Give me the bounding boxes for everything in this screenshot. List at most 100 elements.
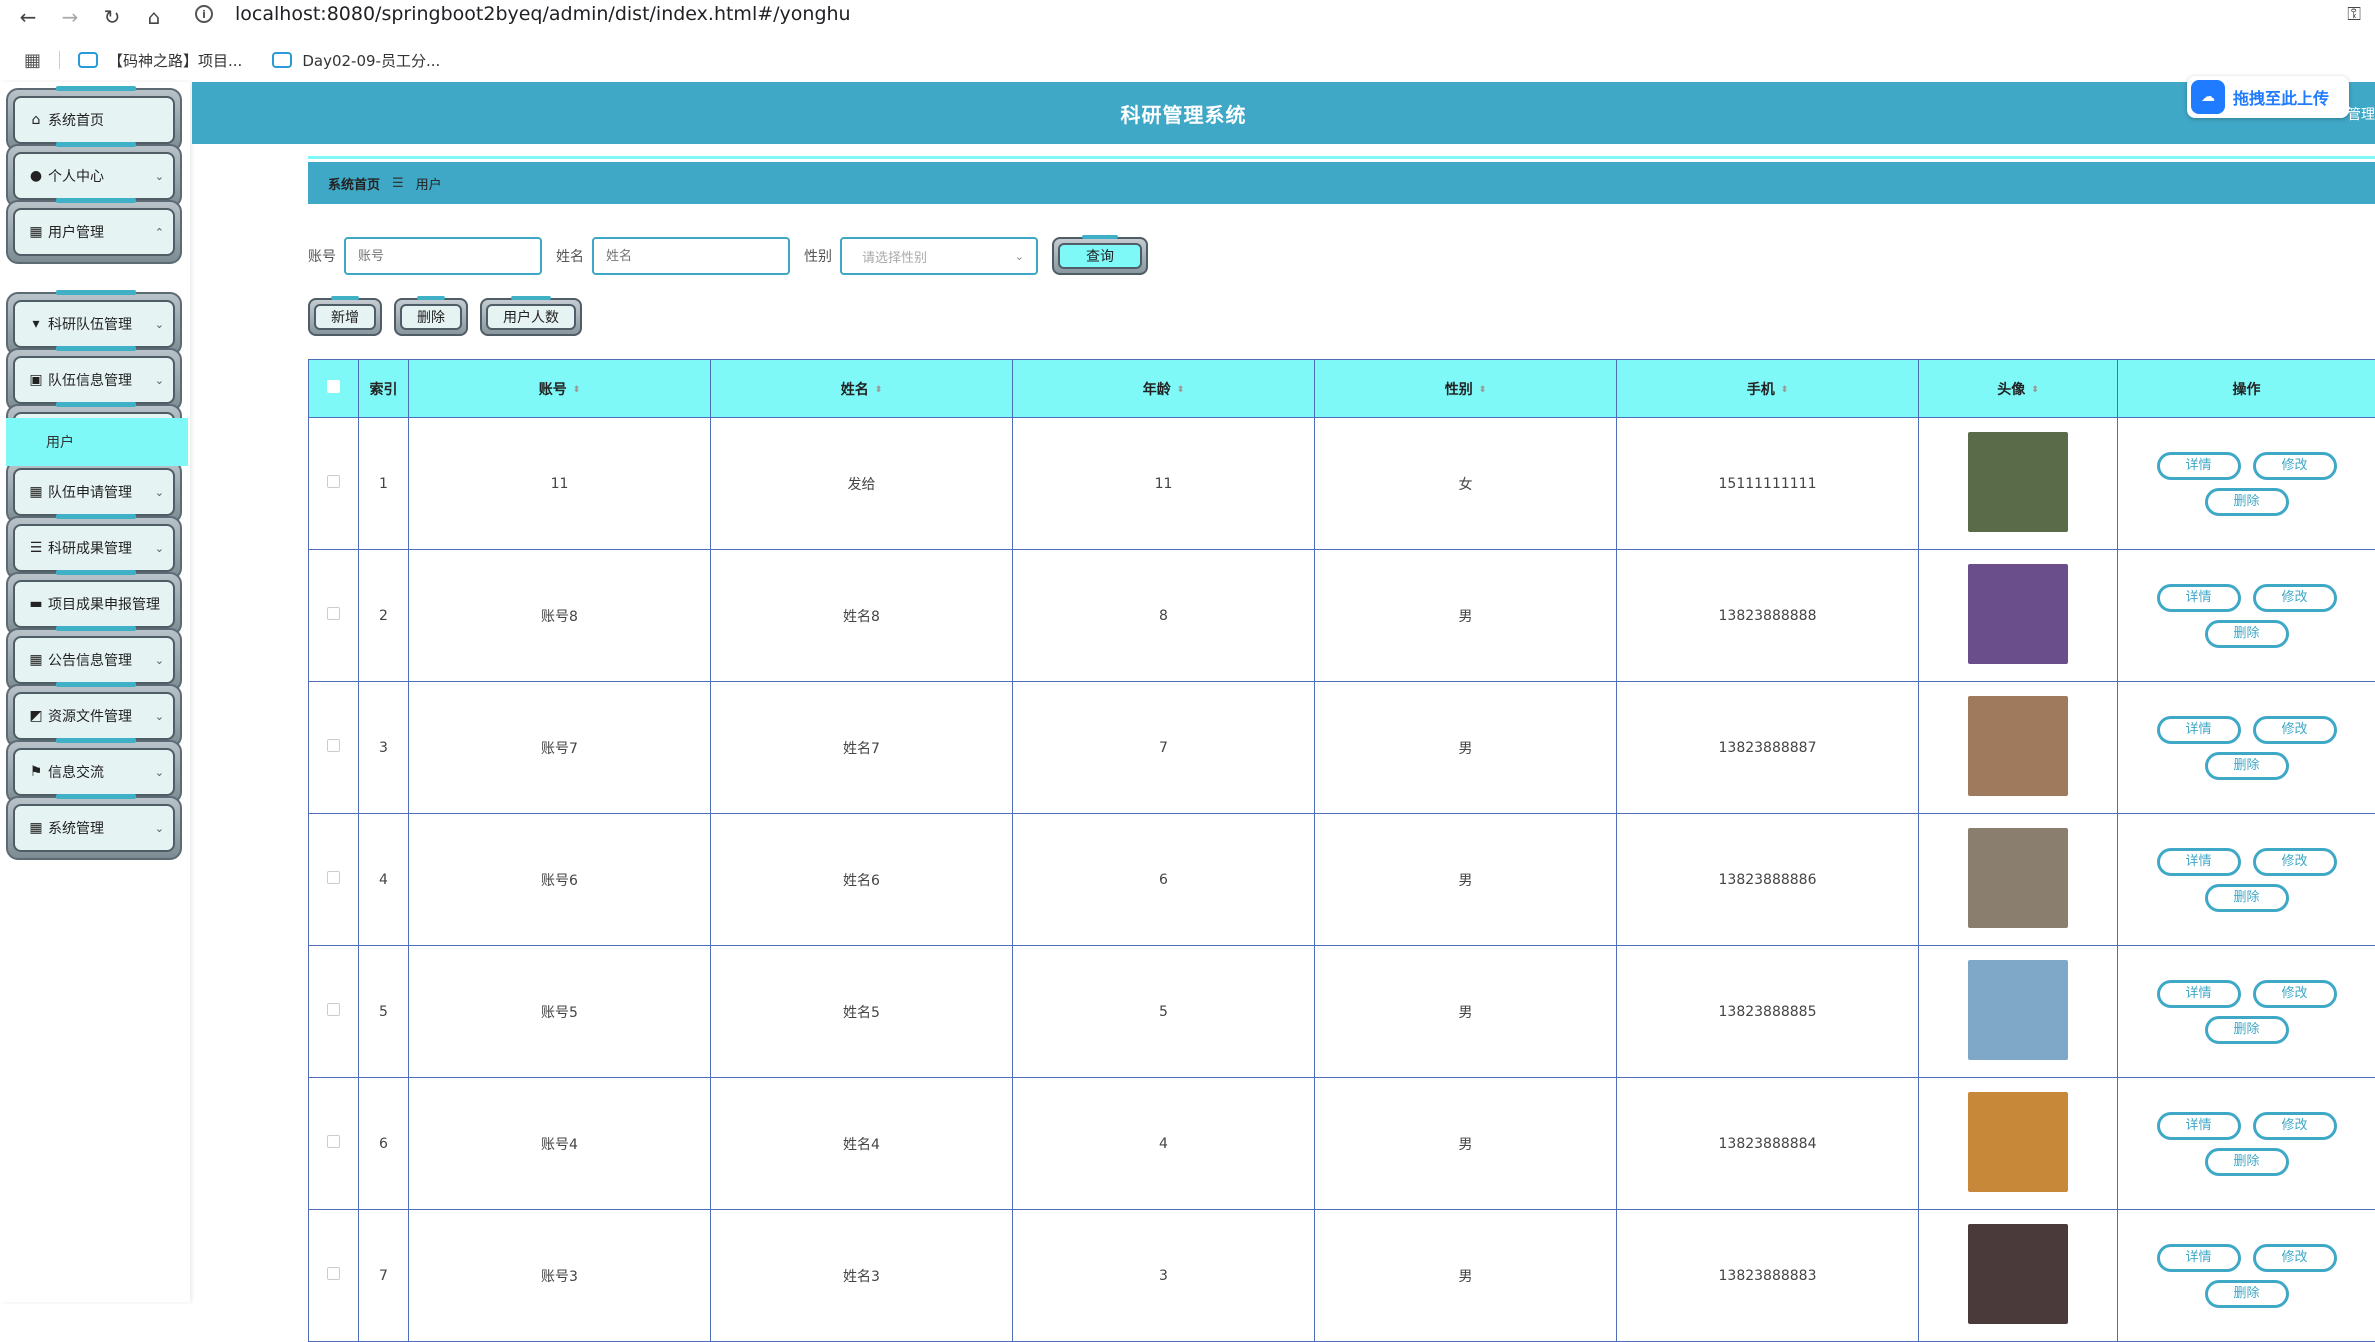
row-select-cell[interactable] (309, 1078, 359, 1210)
edit-button[interactable]: 修改 (2253, 716, 2337, 744)
gender-cell: 女 (1315, 418, 1617, 550)
row-checkbox[interactable] (327, 607, 340, 620)
breadcrumb-current: 用户 (416, 174, 442, 193)
column-header[interactable]: 性别⬍ (1315, 360, 1617, 418)
gender-cell: 男 (1315, 1078, 1617, 1210)
column-header[interactable]: 年龄⬍ (1013, 360, 1315, 418)
delete-button[interactable]: 删除 (394, 298, 468, 336)
bookmark-item[interactable]: 【码神之路】项目... (78, 50, 242, 71)
sort-icon[interactable]: ⬍ (1177, 385, 1185, 395)
row-select-cell[interactable] (309, 946, 359, 1078)
row-select-cell[interactable] (309, 418, 359, 550)
edit-button[interactable]: 修改 (2253, 1244, 2337, 1272)
row-checkbox[interactable] (327, 1267, 340, 1280)
home-browser-icon[interactable]: ⌂ (140, 3, 168, 31)
sort-icon[interactable]: ⬍ (875, 385, 883, 395)
header-admin-text[interactable]: 管理 (2347, 104, 2375, 124)
row-checkbox[interactable] (327, 1003, 340, 1016)
chevron-icon: ⌄ (155, 374, 164, 387)
row-delete-button[interactable]: 删除 (2205, 620, 2289, 648)
address-bar[interactable]: i localhost:8080/springboot2byeq/admin/d… (195, 0, 851, 28)
flag-icon: ▾ (28, 316, 44, 332)
column-header[interactable]: 头像 ⬍ (1919, 360, 2118, 418)
column-header[interactable]: 账号⬍ (409, 360, 711, 418)
gender-cell: 男 (1315, 550, 1617, 682)
row-select-cell[interactable] (309, 682, 359, 814)
row-delete-button[interactable]: 删除 (2205, 1148, 2289, 1176)
column-header[interactable]: 手机⬍ (1617, 360, 1919, 418)
search-form: 账号 姓名 性别 请选择性别 ⌄ 查询 (308, 236, 1148, 276)
name-input[interactable] (592, 237, 790, 275)
row-checkbox[interactable] (327, 871, 340, 884)
reload-icon[interactable]: ↻ (98, 3, 126, 31)
key-icon[interactable]: ⚿ (2347, 4, 2361, 25)
gender-cell: 男 (1315, 814, 1617, 946)
account-cell: 账号3 (409, 1210, 711, 1342)
gender-select[interactable]: 请选择性别 ⌄ (840, 237, 1038, 275)
column-header-label: 头像 (1997, 382, 2025, 398)
row-delete-button[interactable]: 删除 (2205, 488, 2289, 516)
detail-button[interactable]: 详情 (2157, 584, 2241, 612)
operation-cell: 详情修改删除 (2118, 418, 2375, 550)
chevron-icon: ⌄ (155, 542, 164, 555)
add-button[interactable]: 新增 (308, 298, 382, 336)
breadcrumb-home[interactable]: 系统首页 (328, 174, 380, 193)
detail-button[interactable]: 详情 (2157, 1112, 2241, 1140)
select-all-cell[interactable] (309, 360, 359, 418)
detail-button[interactable]: 详情 (2157, 452, 2241, 480)
row-checkbox[interactable] (327, 475, 340, 488)
age-cell: 6 (1013, 814, 1315, 946)
table-row: 3账号7姓名77男13823888887详情修改删除 (309, 682, 2375, 814)
edit-button[interactable]: 修改 (2253, 980, 2337, 1008)
upload-drop-badge[interactable]: ☁ 拖拽至此上传 (2187, 76, 2349, 118)
table-row: 5账号5姓名55男13823888885详情修改删除 (309, 946, 2375, 1078)
sidebar-subitem-user[interactable]: 用户 (6, 418, 188, 466)
sidebar-item[interactable]: ▦系统管理⌄ (6, 796, 182, 860)
row-delete-button[interactable]: 删除 (2205, 1016, 2289, 1044)
query-button[interactable]: 查询 (1052, 237, 1148, 275)
sidebar-item[interactable]: ▦用户管理⌃ (6, 200, 182, 264)
bookmark-item[interactable]: Day02-09-员工分... (272, 50, 440, 71)
user-count-button[interactable]: 用户人数 (480, 298, 582, 336)
apps-grid-icon[interactable]: ▦ (24, 50, 41, 71)
forward-icon[interactable]: → (56, 3, 84, 31)
sidebar-item-label: 队伍申请管理 (48, 482, 132, 502)
select-all-checkbox[interactable] (327, 380, 340, 393)
sort-icon[interactable]: ⬍ (1781, 385, 1789, 395)
sort-icon[interactable]: ⬍ (1479, 385, 1487, 395)
site-info-icon[interactable]: i (195, 5, 213, 23)
delete-button-label: 删除 (417, 307, 445, 327)
column-header: 索引 (359, 360, 409, 418)
chevron-icon: ⌄ (155, 170, 164, 183)
detail-button[interactable]: 详情 (2157, 716, 2241, 744)
row-select-cell[interactable] (309, 550, 359, 682)
sort-icon[interactable]: ⬍ (2031, 385, 2039, 395)
bookmark-label: 【码神之路】项目... (108, 50, 242, 71)
browser-toolbar: ← → ↻ ⌂ i localhost:8080/springboot2byeq… (0, 0, 2375, 34)
column-header[interactable]: 姓名⬍ (711, 360, 1013, 418)
sidebar-item-label: 用户管理 (48, 222, 104, 242)
account-cell: 账号4 (409, 1078, 711, 1210)
row-delete-button[interactable]: 删除 (2205, 752, 2289, 780)
breadcrumb: 系统首页 ☰ 用户 (308, 162, 2375, 204)
edit-button[interactable]: 修改 (2253, 452, 2337, 480)
back-icon[interactable]: ← (14, 3, 42, 31)
detail-button[interactable]: 详情 (2157, 1244, 2241, 1272)
edit-button[interactable]: 修改 (2253, 1112, 2337, 1140)
user-count-button-label: 用户人数 (503, 307, 559, 327)
edit-button[interactable]: 修改 (2253, 848, 2337, 876)
phone-cell: 13823888883 (1617, 1210, 1919, 1342)
edit-button[interactable]: 修改 (2253, 584, 2337, 612)
row-select-cell[interactable] (309, 1210, 359, 1342)
detail-button[interactable]: 详情 (2157, 848, 2241, 876)
row-checkbox[interactable] (327, 739, 340, 752)
user-table: 索引 账号⬍ 姓名⬍ 年龄⬍ 性别⬍ 手机⬍ 头像⬍ 操作 111发给11女15… (308, 359, 2375, 1342)
account-input[interactable] (344, 237, 542, 275)
row-checkbox[interactable] (327, 1135, 340, 1148)
breadcrumb-divider (308, 156, 2375, 159)
sort-icon[interactable]: ⬍ (573, 385, 581, 395)
row-select-cell[interactable] (309, 814, 359, 946)
row-delete-button[interactable]: 删除 (2205, 884, 2289, 912)
detail-button[interactable]: 详情 (2157, 980, 2241, 1008)
row-delete-button[interactable]: 删除 (2205, 1280, 2289, 1308)
